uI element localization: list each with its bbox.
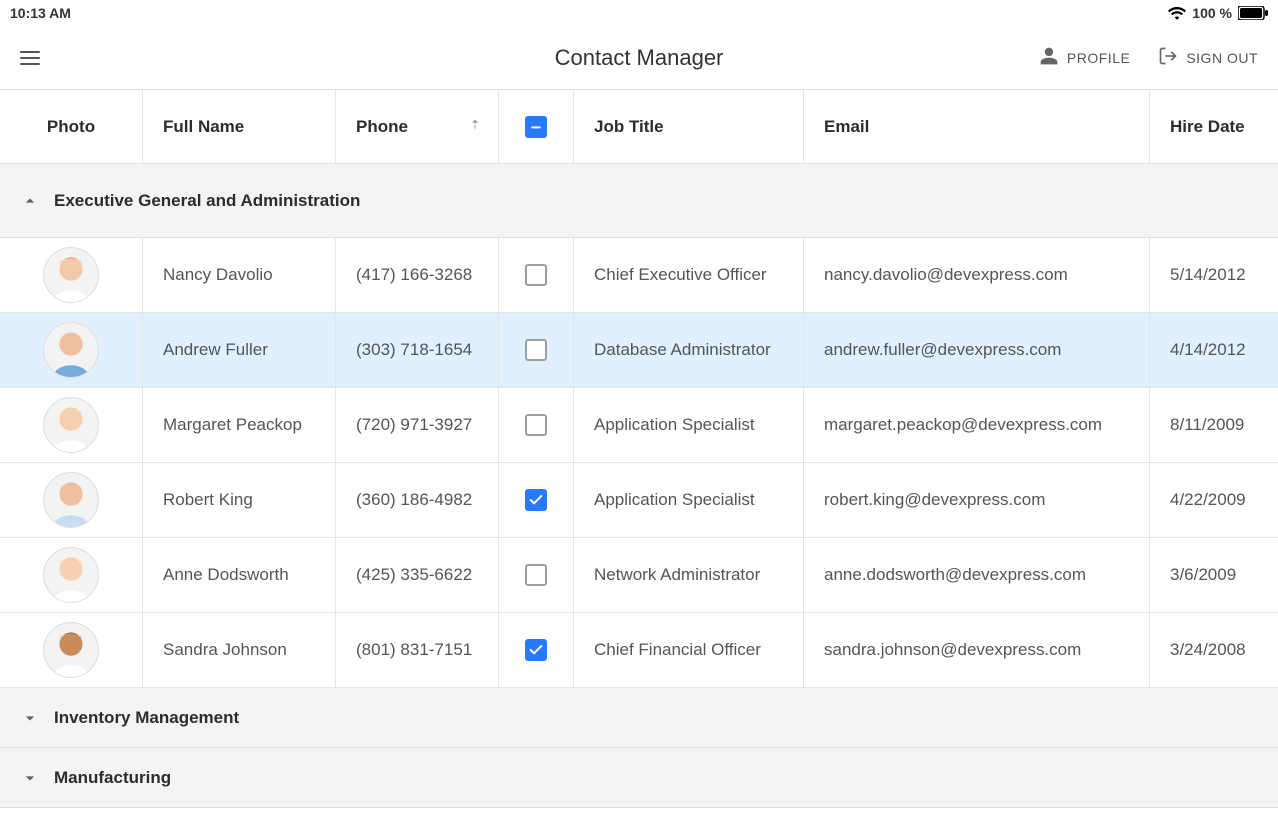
cell-full-name: Margaret Peackop (143, 388, 336, 462)
table-row[interactable]: Sandra Johnson (801) 831-7151 Chief Fina… (0, 613, 1278, 688)
table-row[interactable]: Anne Dodsworth (425) 335-6622 Network Ad… (0, 538, 1278, 613)
cell-phone: (360) 186-4982 (336, 463, 499, 537)
group-name: Manufacturing (54, 768, 171, 788)
cell-checkbox (499, 388, 574, 462)
table-row[interactable]: Robert King (360) 186-4982 Application S… (0, 463, 1278, 538)
cell-hire-date: 3/6/2009 (1150, 538, 1278, 612)
cell-photo (0, 538, 143, 612)
cell-photo (0, 313, 143, 387)
column-header-job-title[interactable]: Job Title (574, 90, 804, 163)
table-row[interactable]: Andrew Fuller (303) 718-1654 Database Ad… (0, 313, 1278, 388)
cell-full-name: Robert King (143, 463, 336, 537)
avatar (43, 472, 99, 528)
cell-photo (0, 463, 143, 537)
cell-photo (0, 388, 143, 462)
column-header-select-all[interactable] (499, 90, 574, 163)
table-row[interactable]: Nancy Davolio (417) 166-3268 Chief Execu… (0, 238, 1278, 313)
column-header-hire-date[interactable]: Hire Date (1150, 90, 1278, 163)
row-checkbox[interactable] (525, 489, 547, 511)
page-title: Contact Manager (555, 45, 724, 71)
signout-label: SIGN OUT (1186, 50, 1258, 66)
battery-icon (1238, 6, 1268, 20)
status-time: 10:13 AM (10, 5, 71, 21)
avatar (43, 622, 99, 678)
cell-full-name: Nancy Davolio (143, 238, 336, 312)
cell-full-name: Andrew Fuller (143, 313, 336, 387)
signout-button[interactable]: SIGN OUT (1158, 46, 1258, 69)
cell-hire-date: 5/14/2012 (1150, 238, 1278, 312)
avatar (43, 397, 99, 453)
cell-email: margaret.peackop@devexpress.com (804, 388, 1150, 462)
wifi-icon (1168, 6, 1186, 20)
cell-photo (0, 613, 143, 687)
cell-photo (0, 238, 143, 312)
sort-ascending-icon (468, 115, 482, 138)
cell-phone: (417) 166-3268 (336, 238, 499, 312)
menu-icon[interactable] (20, 46, 44, 70)
group-name: Inventory Management (54, 708, 239, 728)
row-checkbox[interactable] (525, 639, 547, 661)
chevron-down-icon (20, 708, 40, 728)
cell-phone: (801) 831-7151 (336, 613, 499, 687)
cell-email: robert.king@devexpress.com (804, 463, 1150, 537)
group-header[interactable]: Inventory Management (0, 688, 1278, 748)
table-row[interactable]: Margaret Peackop (720) 971-3927 Applicat… (0, 388, 1278, 463)
group-name: Executive General and Administration (54, 191, 360, 211)
row-checkbox[interactable] (525, 414, 547, 436)
cell-job-title: Network Administrator (574, 538, 804, 612)
cell-email: nancy.davolio@devexpress.com (804, 238, 1150, 312)
cell-checkbox (499, 538, 574, 612)
cell-email: andrew.fuller@devexpress.com (804, 313, 1150, 387)
cell-job-title: Application Specialist (574, 463, 804, 537)
cell-email: sandra.johnson@devexpress.com (804, 613, 1150, 687)
cell-checkbox (499, 613, 574, 687)
avatar (43, 247, 99, 303)
cell-job-title: Database Administrator (574, 313, 804, 387)
cell-job-title: Application Specialist (574, 388, 804, 462)
cell-hire-date: 4/22/2009 (1150, 463, 1278, 537)
cell-phone: (425) 335-6622 (336, 538, 499, 612)
cell-job-title: Chief Executive Officer (574, 238, 804, 312)
contacts-grid: Photo Full Name Phone Job Title Email Hi… (0, 90, 1278, 808)
select-all-checkbox[interactable] (525, 116, 547, 138)
signout-icon (1158, 46, 1178, 69)
status-battery-pct: 100 % (1192, 5, 1232, 21)
cell-hire-date: 3/24/2008 (1150, 613, 1278, 687)
cell-checkbox (499, 463, 574, 537)
chevron-down-icon (20, 768, 40, 788)
cell-hire-date: 4/14/2012 (1150, 313, 1278, 387)
app-bar: Contact Manager PROFILE SIGN OUT (0, 26, 1278, 90)
device-status-bar: 10:13 AM 100 % (0, 0, 1278, 26)
chevron-up-icon (20, 191, 40, 211)
cell-phone: (303) 718-1654 (336, 313, 499, 387)
status-right: 100 % (1168, 5, 1268, 21)
column-header-phone[interactable]: Phone (336, 90, 499, 163)
group-header[interactable]: Manufacturing (0, 748, 1278, 808)
column-header-email[interactable]: Email (804, 90, 1150, 163)
cell-phone: (720) 971-3927 (336, 388, 499, 462)
avatar (43, 322, 99, 378)
person-icon (1039, 46, 1059, 69)
table-header-row: Photo Full Name Phone Job Title Email Hi… (0, 90, 1278, 164)
row-checkbox[interactable] (525, 564, 547, 586)
avatar (43, 547, 99, 603)
row-checkbox[interactable] (525, 339, 547, 361)
cell-hire-date: 8/11/2009 (1150, 388, 1278, 462)
column-header-photo[interactable]: Photo (0, 90, 143, 163)
cell-job-title: Chief Financial Officer (574, 613, 804, 687)
cell-checkbox (499, 313, 574, 387)
row-checkbox[interactable] (525, 264, 547, 286)
cell-checkbox (499, 238, 574, 312)
column-header-full-name[interactable]: Full Name (143, 90, 336, 163)
group-header[interactable]: Executive General and Administration (0, 164, 1278, 238)
profile-button[interactable]: PROFILE (1039, 46, 1130, 69)
cell-email: anne.dodsworth@devexpress.com (804, 538, 1150, 612)
profile-label: PROFILE (1067, 50, 1130, 66)
cell-full-name: Anne Dodsworth (143, 538, 336, 612)
cell-full-name: Sandra Johnson (143, 613, 336, 687)
